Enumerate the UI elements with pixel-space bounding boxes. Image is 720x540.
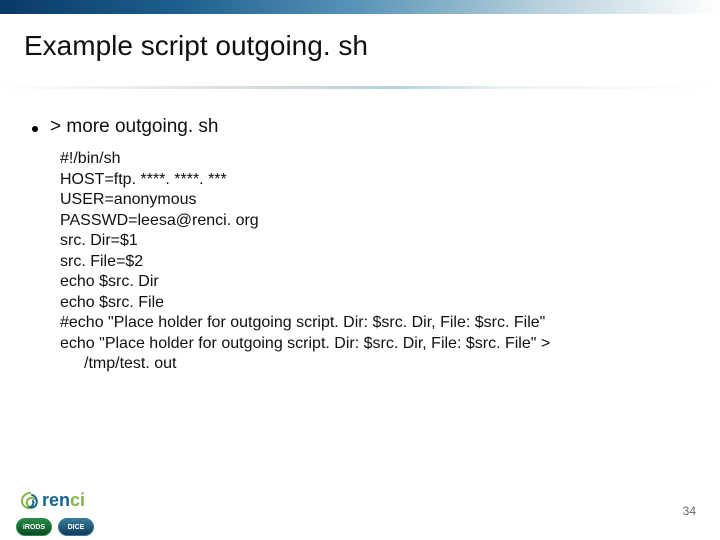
renci-text-part-b: ci	[70, 490, 85, 510]
header-gradient	[0, 0, 720, 14]
footer-logos: renci iRODS DICE	[16, 490, 94, 536]
slide-title: Example script outgoing. sh	[24, 30, 720, 62]
renci-wordmark: renci	[42, 490, 85, 511]
page-number: 34	[683, 504, 704, 536]
script-line: USER=anonymous	[60, 190, 688, 210]
slide-footer: renci iRODS DICE 34	[0, 476, 720, 540]
script-line: src. File=$2	[60, 252, 688, 272]
badge-row: iRODS DICE	[16, 518, 94, 536]
badge-irods: iRODS	[16, 518, 52, 536]
title-underline	[0, 86, 720, 89]
script-line: PASSWD=leesa@renci. org	[60, 211, 688, 231]
script-line: src. Dir=$1	[60, 231, 688, 251]
renci-swirl-icon	[20, 491, 40, 511]
bullet-text: > more outgoing. sh	[50, 115, 218, 139]
script-line-continuation: /tmp/test. out	[84, 354, 688, 374]
script-block: #!/bin/sh HOST=ftp. ****. ****. *** USER…	[60, 149, 688, 374]
script-line: HOST=ftp. ****. ****. ***	[60, 170, 688, 190]
script-line: echo $src. File	[60, 293, 688, 313]
slide-body: > more outgoing. sh #!/bin/sh HOST=ftp. …	[32, 115, 688, 374]
renci-logo: renci	[20, 490, 94, 511]
command-text: more outgoing. sh	[66, 116, 218, 137]
badge-dice: DICE	[58, 518, 94, 536]
command-prefix: >	[50, 116, 61, 137]
script-line: #echo "Place holder for outgoing script.…	[60, 313, 688, 333]
bullet-item: > more outgoing. sh	[32, 115, 688, 139]
renci-text-part-a: ren	[42, 490, 70, 510]
script-line: echo $src. Dir	[60, 272, 688, 292]
script-line: #!/bin/sh	[60, 149, 688, 169]
script-line: echo "Place holder for outgoing script. …	[60, 334, 688, 354]
bullet-dot-icon	[32, 126, 38, 132]
